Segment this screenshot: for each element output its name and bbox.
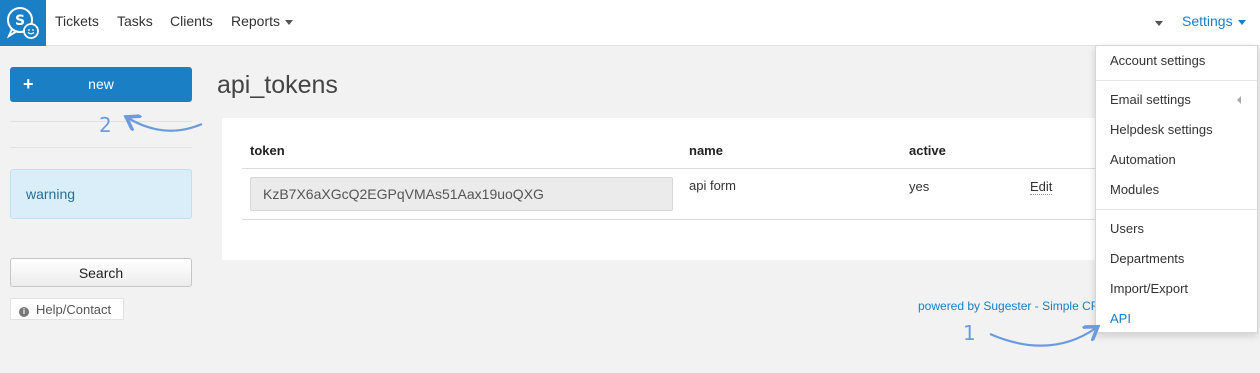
annotation-arrows xyxy=(0,0,1260,347)
arrow-to-new-button xyxy=(128,118,203,132)
arrow-to-api-item xyxy=(989,328,1096,347)
